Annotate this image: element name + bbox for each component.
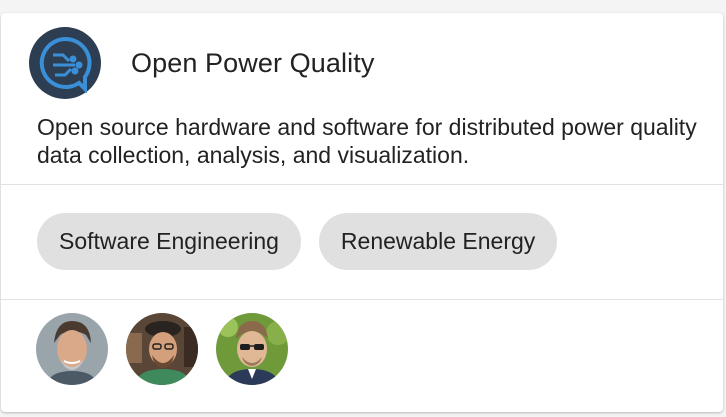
- project-description: Open source hardware and software for di…: [37, 114, 697, 168]
- interest-chips: Software Engineering Renewable Energy: [37, 213, 558, 270]
- participant-avatar-3[interactable]: [216, 313, 288, 385]
- opq-logo-icon[interactable]: [29, 27, 101, 99]
- project-header: Open Power Quality: [29, 26, 374, 100]
- participant-avatar-2[interactable]: [126, 313, 198, 385]
- participant-avatar-1[interactable]: [36, 313, 108, 385]
- divider: [1, 299, 723, 300]
- project-card: Open Power Quality Open source hardware …: [1, 13, 723, 412]
- divider: [1, 184, 723, 185]
- interest-chip[interactable]: Renewable Energy: [318, 213, 558, 270]
- interest-chip[interactable]: Software Engineering: [37, 213, 301, 270]
- project-title[interactable]: Open Power Quality: [131, 48, 374, 79]
- participant-avatars: [36, 313, 288, 385]
